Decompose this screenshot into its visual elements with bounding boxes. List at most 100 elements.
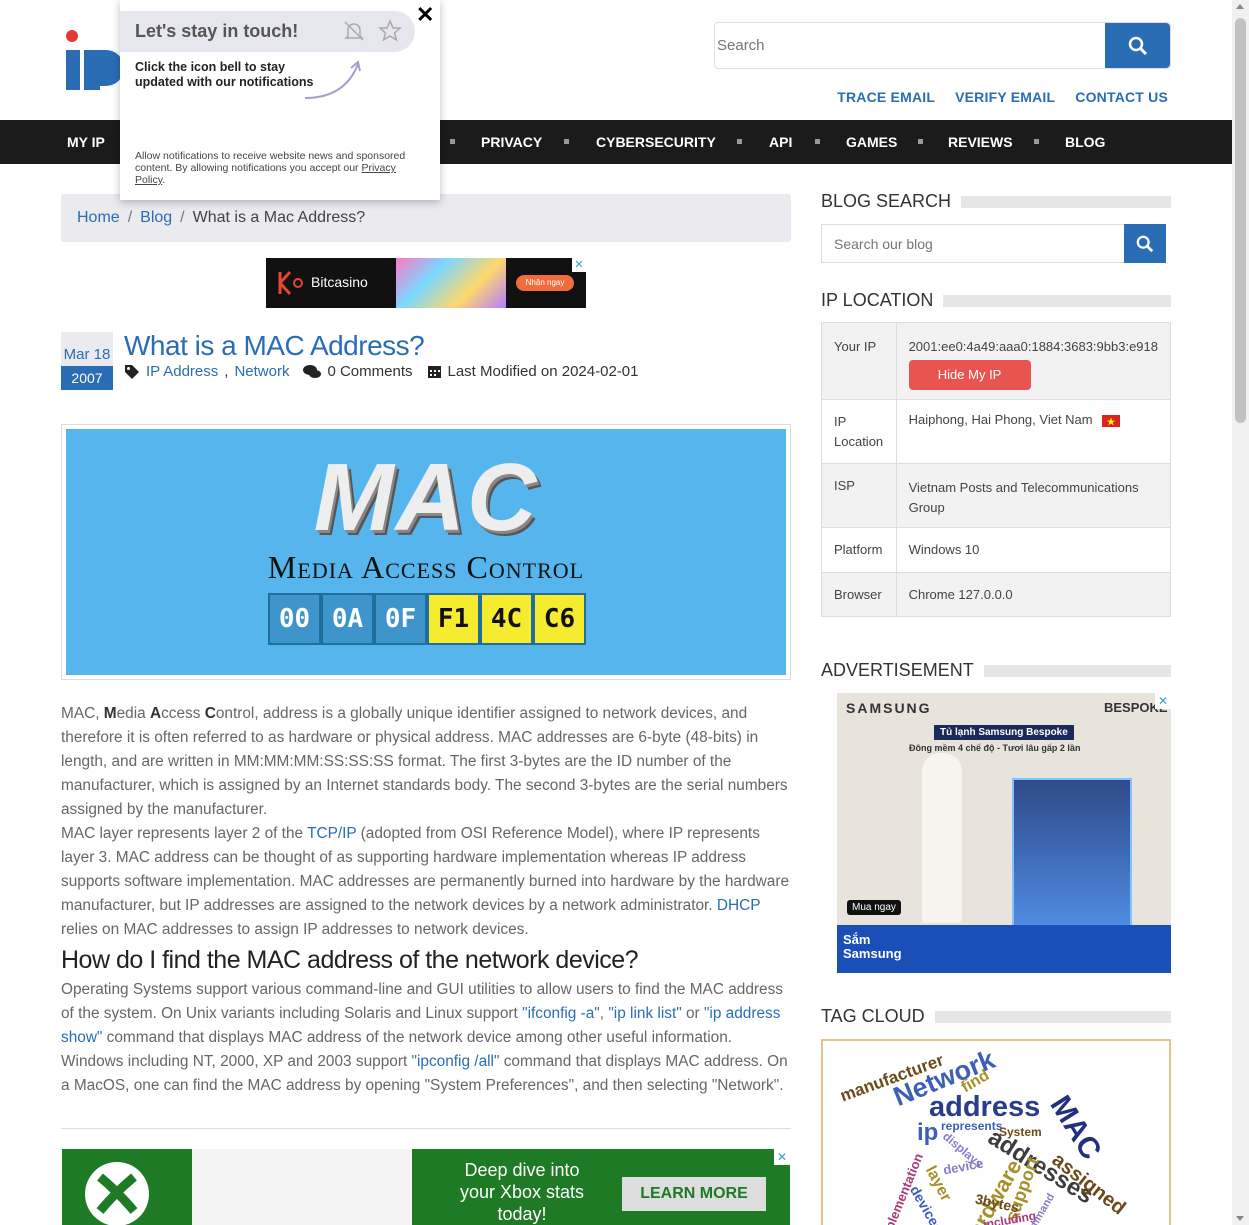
text: MAC, (61, 705, 104, 722)
heading-text: IP LOCATION (821, 290, 934, 310)
text: ccess (161, 705, 205, 722)
table-row: IP Location Haiphong, Hai Phong, Viet Na… (821, 399, 1172, 464)
tag-link[interactable]: device (942, 1156, 984, 1178)
post-featured-image: MAC Media Access Control 00 0A 0F F1 4C … (61, 424, 791, 680)
hide-my-ip-button[interactable]: Hide My IP (908, 360, 1031, 390)
ip-value: 2001:ee0:4a49:aaa0:1884:3683:9bb3:e918 (908, 339, 1158, 354)
post-modified: Last Modified on 2024-02-01 (447, 363, 639, 380)
nav-blog[interactable]: BLOG (1065, 120, 1105, 164)
ad-close-icon[interactable]: ✕ (1155, 693, 1171, 709)
advertisement-heading: ADVERTISEMENT (821, 660, 1171, 681)
ipconfig-all-link[interactable]: "ipconfig /all" (412, 1053, 500, 1070)
page-scrollbar[interactable] (1232, 0, 1249, 1225)
scroll-down-arrow-icon[interactable] (1236, 1216, 1244, 1221)
tag-link[interactable]: MAC (1043, 1090, 1107, 1166)
ifconfig-link[interactable]: "ifconfig -a" (522, 1005, 600, 1022)
tag-icon (125, 364, 139, 379)
ad-cta-button[interactable]: Nhận ngay (516, 275, 574, 291)
scroll-up-arrow-icon[interactable] (1236, 4, 1244, 9)
star-icon[interactable] (378, 19, 402, 43)
breadcrumb-blog[interactable]: Blog (140, 209, 172, 226)
site-search-input[interactable] (715, 23, 1105, 68)
nav-separator (815, 139, 820, 144)
isp-value: Vietnam Posts and Telecommunications Gro… (895, 463, 1172, 528)
top-ad-banner[interactable]: Bitcasino Nhận ngay ✕ (266, 258, 586, 308)
notification-header: Let's stay in touch! (120, 11, 415, 52)
breadcrumb: Home / Blog / What is a Mac Address? (61, 194, 791, 242)
mac-illustration: MAC Media Access Control 00 0A 0F F1 4C … (66, 429, 786, 675)
notification-footer: Allow notifications to receive website n… (135, 150, 406, 186)
platform-value: Windows 10 (895, 527, 1172, 573)
ad-learn-more-button[interactable]: LEARN MORE (622, 1177, 766, 1211)
mac-cell: 4C (480, 593, 533, 645)
text: M (103, 705, 117, 722)
nav-separator (564, 139, 569, 144)
notification-subtitle: Click the icon bell to stay updated with… (135, 60, 314, 89)
ad-brand: SAMSUNG (846, 700, 932, 716)
nav-my-ip[interactable]: MY IP (67, 120, 105, 164)
tcp-ip-link[interactable]: TCP/IP (307, 825, 356, 842)
text: edia (116, 705, 150, 722)
scrollbar-thumb[interactable] (1235, 18, 1246, 423)
ad-headline: Tủ lạnh Samsung Bespoke (934, 725, 1074, 740)
ad-screenshot-image (192, 1149, 412, 1225)
browser-label: Browser (821, 572, 897, 617)
heading-bar (943, 294, 1171, 307)
bottom-ad-banner[interactable]: Deep dive into your Xbox stats today! LE… (62, 1149, 790, 1225)
tag-link[interactable]: ip (917, 1119, 938, 1147)
post-tag-network[interactable]: Network (234, 363, 289, 380)
ad-close-icon[interactable]: ✕ (774, 1149, 790, 1165)
post-tag-ip-address[interactable]: IP Address (146, 363, 218, 380)
nav-api[interactable]: API (769, 120, 792, 164)
nav-cybersecurity[interactable]: CYBERSECURITY (596, 120, 716, 164)
search-icon (1136, 235, 1154, 252)
breadcrumb-separator: / (180, 209, 185, 226)
post-comments[interactable]: 0 Comments (327, 363, 412, 380)
dhcp-link[interactable]: DHCP (717, 897, 760, 914)
notification-title: Let's stay in touch! (135, 21, 299, 41)
mac-cell: 00 (268, 593, 321, 645)
bitcasino-logo-icon (278, 270, 303, 296)
ad-fridge-image (1012, 778, 1132, 928)
post-date-month-day: Mar 18 (63, 346, 111, 363)
site-logo[interactable] (64, 28, 124, 92)
text: A (149, 705, 162, 722)
location-value: Haiphong, Hai Phong, Viet Nam (908, 412, 1093, 427)
nav-games[interactable]: GAMES (846, 120, 897, 164)
nav-reviews[interactable]: REVIEWS (948, 120, 1013, 164)
ip-value-cell: 2001:ee0:4a49:aaa0:1884:3683:9bb3:e918 H… (895, 322, 1172, 400)
post-meta: IP Address, Network 0 Comments Last Modi… (124, 363, 638, 380)
ad-cta-button[interactable]: Mua ngay (847, 900, 901, 915)
ad-close-icon[interactable]: ✕ (572, 258, 586, 272)
ad-subheadline: Đông mềm 4 chế độ - Tươi lâu gấp 2 lần (909, 743, 1081, 753)
mac-logo-text: MAC (313, 444, 539, 551)
breadcrumb-separator: / (127, 209, 133, 226)
post-date-year: 2007 (61, 366, 113, 390)
table-row: Platform Windows 10 (821, 527, 1172, 573)
article-paragraph: MAC layer represents layer 2 of the TCP/… (61, 822, 793, 942)
location-label: IP Location (821, 399, 897, 464)
mac-cell: C6 (533, 593, 586, 645)
text: relies on MAC addresses to assign IP add… (61, 921, 529, 938)
breadcrumb-home[interactable]: Home (77, 209, 120, 226)
notification-close-button[interactable]: ✕ (416, 2, 434, 28)
sidebar-ad[interactable]: SAMSUNG BESPOKE Tủ lạnh Samsung Bespoke … (837, 693, 1171, 973)
isp-label: ISP (821, 463, 897, 528)
contact-us-link[interactable]: CONTACT US (1075, 89, 1168, 105)
site-search-button[interactable] (1105, 23, 1170, 68)
trace-email-link[interactable]: TRACE EMAIL (837, 89, 935, 105)
verify-email-link[interactable]: VERIFY EMAIL (955, 89, 1055, 105)
article-heading: How do I find the MAC address of the net… (61, 946, 639, 974)
bell-off-icon[interactable] (342, 19, 366, 43)
blog-search-input[interactable] (822, 225, 1124, 262)
blog-search-button[interactable] (1124, 224, 1166, 263)
post-title: What is a MAC Address? (124, 330, 425, 361)
heading-text: TAG CLOUD (821, 1006, 925, 1026)
text: C (204, 705, 216, 722)
xbox-logo-icon (85, 1162, 149, 1225)
nav-privacy[interactable]: PRIVACY (481, 120, 542, 164)
nav-separator (450, 139, 455, 144)
table-row: Browser Chrome 127.0.0.0 (821, 572, 1172, 617)
heading-bar (961, 195, 1171, 208)
ip-link-list-link[interactable]: "ip link list" (608, 1005, 681, 1022)
